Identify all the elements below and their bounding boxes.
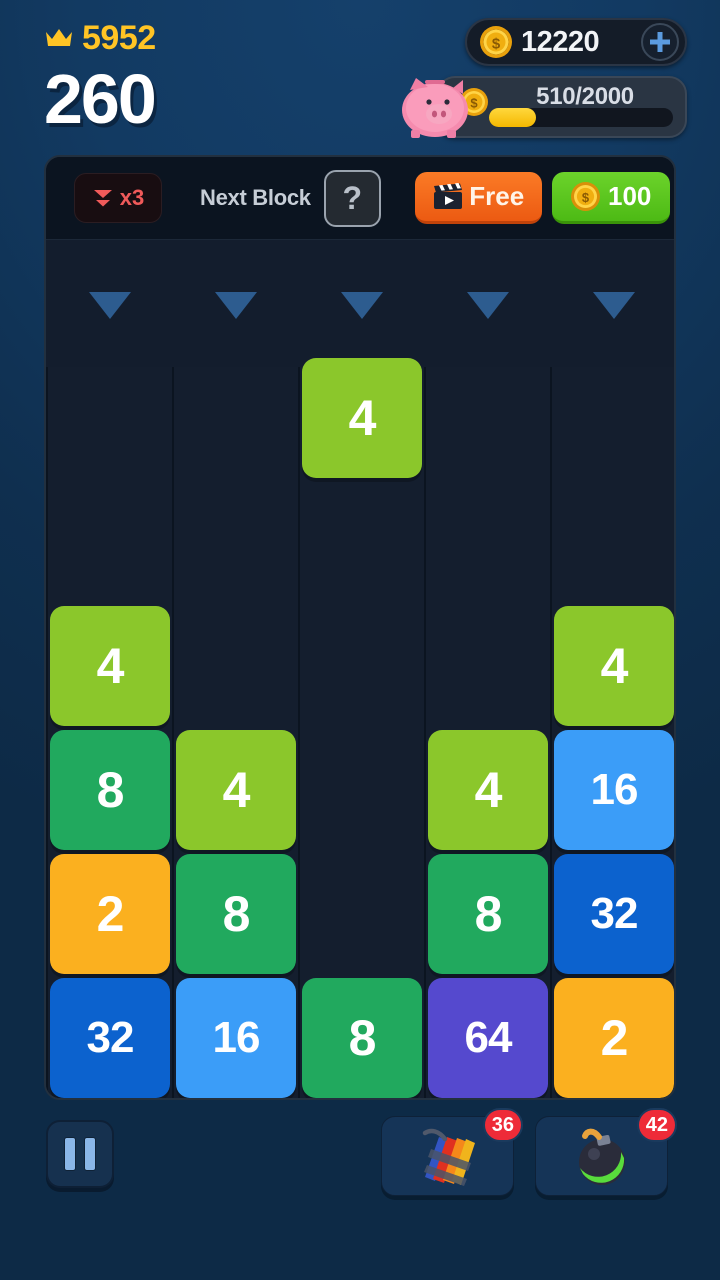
top-hud: 5952 260 $ 12220 510/2000 $ <box>0 0 720 152</box>
tile-8: 8 <box>50 730 170 850</box>
free-reward-label: Free <box>469 181 525 211</box>
tile-2: 2 <box>554 978 674 1098</box>
free-reward-button[interactable]: Free <box>414 172 542 224</box>
plus-icon <box>650 32 670 52</box>
tile-16: 16 <box>176 978 296 1098</box>
coin-balance-bar: $ 12220 <box>465 18 687 66</box>
buy-with-coins-button[interactable]: $ 100 <box>551 172 670 224</box>
best-score-row: 5952 <box>44 18 156 58</box>
tile-4: 4 <box>428 730 548 850</box>
drop-arrow-zone <box>46 239 674 367</box>
tile-value: 8 <box>474 886 503 942</box>
tile-value: 4 <box>348 390 377 446</box>
tile-64: 64 <box>428 978 548 1098</box>
drop-arrow-column-2[interactable] <box>215 292 257 320</box>
tile-value: 16 <box>212 1013 261 1062</box>
tile-2: 2 <box>50 854 170 974</box>
drop-arrow-column-4[interactable] <box>467 292 509 320</box>
tile-8: 8 <box>176 854 296 974</box>
tile-value: 32 <box>590 889 639 938</box>
drop-arrow-column-3[interactable] <box>341 292 383 320</box>
pause-icon <box>64 1137 76 1171</box>
next-block-label: Next Block <box>200 185 311 210</box>
svg-text:$: $ <box>492 36 501 53</box>
add-coins-button[interactable] <box>641 23 679 61</box>
piggy-progress-fill <box>489 108 536 127</box>
bomb-icon <box>578 1128 625 1185</box>
tile-32: 32 <box>50 978 170 1098</box>
tile-value: 4 <box>96 638 125 694</box>
tile-value: 2 <box>600 1010 629 1066</box>
tile-value: 8 <box>348 1010 377 1066</box>
piggy-progress-text: 510/2000 <box>536 83 634 110</box>
powerup-bomb-button[interactable]: 42 <box>535 1108 677 1196</box>
drop-multiplier-label: x3 <box>119 185 145 210</box>
next-block-value: ? <box>342 180 362 216</box>
tile-4: 4 <box>50 606 170 726</box>
tile-value: 2 <box>96 886 125 942</box>
piggy-bank-meter[interactable]: 510/2000 $ <box>395 74 687 140</box>
buy-with-coins-label: 100 <box>608 181 652 211</box>
drop-multiplier-button[interactable]: x3 <box>74 173 162 223</box>
tile-value: 4 <box>222 762 251 818</box>
coin-icon: $ <box>571 182 601 211</box>
tile-value: 8 <box>96 762 125 818</box>
tile-value: 64 <box>464 1013 513 1062</box>
pause-icon <box>84 1137 96 1171</box>
current-score-value: 260 <box>44 60 157 138</box>
powerup-dynamite-count: 36 <box>482 1108 523 1142</box>
bottom-bar: 36 42 <box>0 1108 720 1212</box>
powerup-bomb-count: 42 <box>636 1108 677 1142</box>
crown-icon <box>46 29 72 46</box>
coin-amount: 12220 <box>521 25 600 58</box>
tile-8: 8 <box>428 854 548 974</box>
drop-arrow-column-5[interactable] <box>593 292 635 320</box>
tile-8: 8 <box>302 978 422 1098</box>
game-panel: x3 Next Block ? Free $ 100 4 4 4 8 4 4 1… <box>44 155 676 1100</box>
tile-4: 4 <box>302 358 422 478</box>
coin-icon: $ <box>480 26 512 58</box>
game-board: 4 4 4 8 4 4 16 2 8 8 32 32 16 8 64 2 <box>46 358 674 1098</box>
tile-16: 16 <box>554 730 674 850</box>
tile-value: 4 <box>474 762 503 818</box>
tile-4: 4 <box>554 606 674 726</box>
clapperboard-icon <box>434 182 463 209</box>
pause-button[interactable] <box>46 1120 114 1188</box>
tile-4: 4 <box>176 730 296 850</box>
next-block-preview[interactable]: ? <box>323 169 381 227</box>
dynamite-icon <box>422 1128 475 1186</box>
tile-32: 32 <box>554 854 674 974</box>
best-score-value: 5952 <box>82 19 156 57</box>
piggy-progress-bar <box>489 108 673 127</box>
tile-value: 16 <box>590 765 639 814</box>
score-block: 5952 260 <box>44 18 157 138</box>
tile-value: 4 <box>600 638 629 694</box>
powerup-dynamite-button[interactable]: 36 <box>381 1108 523 1196</box>
svg-text:$: $ <box>582 190 590 205</box>
tile-value: 8 <box>222 886 251 942</box>
piggy-bank-icon <box>402 78 468 138</box>
tile-value: 32 <box>86 1013 135 1062</box>
double-chevron-down-icon <box>93 190 112 207</box>
game-toolbar: x3 Next Block ? Free $ 100 <box>46 157 674 239</box>
drop-arrow-column-1[interactable] <box>89 292 131 320</box>
